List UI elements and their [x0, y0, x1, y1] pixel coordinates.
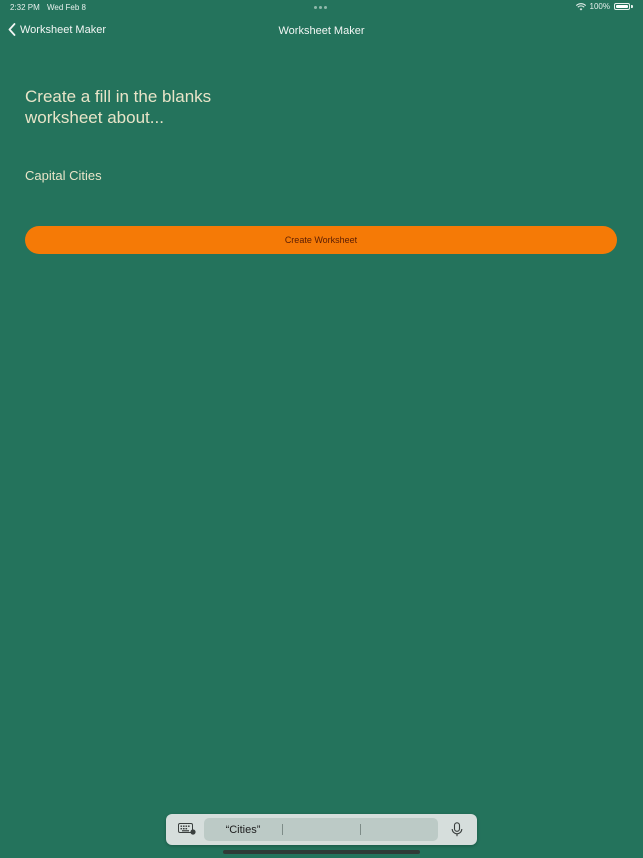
status-right: 100% — [575, 2, 633, 11]
keyboard-shortcut-bar: “Cities” — [166, 814, 477, 845]
suggestion-item[interactable] — [282, 818, 360, 841]
status-date: Wed Feb 8 — [47, 3, 86, 12]
battery-icon — [614, 3, 630, 10]
wifi-icon — [575, 2, 586, 10]
suggestion-item[interactable] — [360, 818, 438, 841]
battery-tip — [631, 5, 633, 8]
navigation-bar: Worksheet Maker Worksheet Maker — [0, 20, 643, 44]
multitasking-dots-icon[interactable] — [314, 6, 327, 9]
suggestion-item[interactable]: “Cities” — [204, 818, 282, 841]
topic-input[interactable] — [25, 165, 617, 185]
keyboard-icon[interactable] — [178, 823, 196, 835]
home-indicator[interactable] — [223, 850, 420, 854]
create-worksheet-button[interactable]: Create Worksheet — [25, 226, 617, 254]
status-time: 2:32 PM — [10, 3, 40, 12]
battery-percent: 100% — [589, 2, 610, 11]
nav-title: Worksheet Maker — [278, 25, 365, 37]
suggestion-strip: “Cities” — [204, 818, 438, 841]
status-bar: 2:32 PM Wed Feb 8 100% — [0, 0, 643, 16]
microphone-icon[interactable] — [451, 822, 463, 837]
prompt-heading: Create a fill in the blanks worksheet ab… — [25, 87, 212, 127]
